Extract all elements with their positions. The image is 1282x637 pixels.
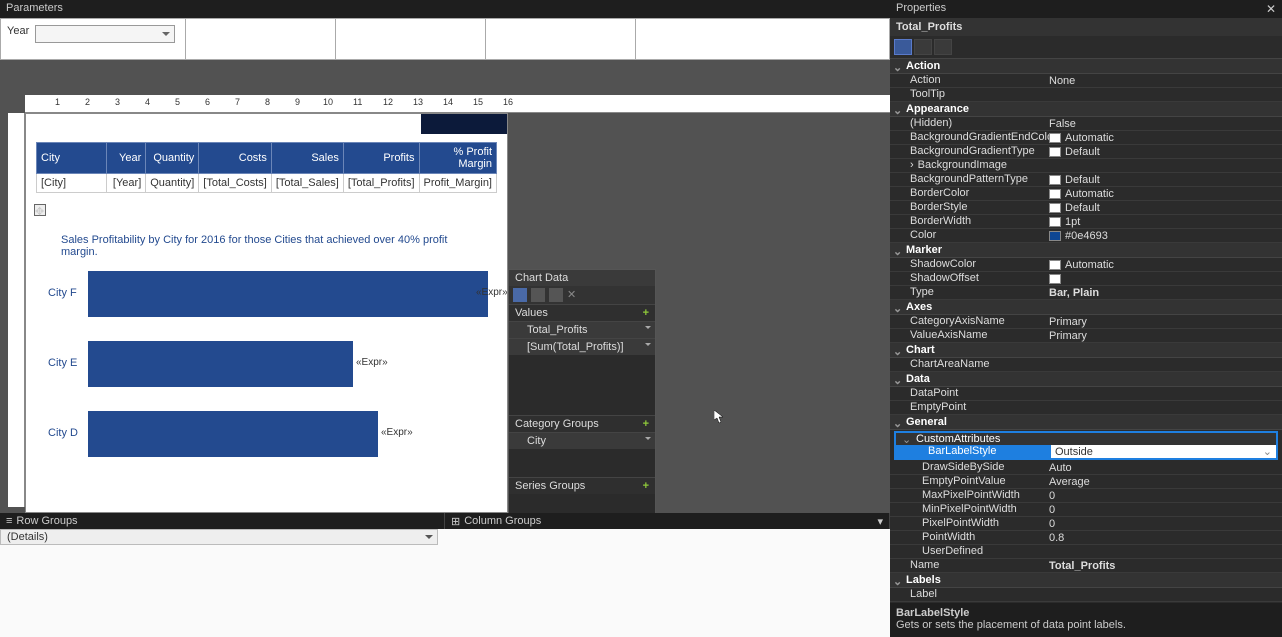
table-data-row: [City] [Year] Quantity] [Total_Costs] [T… (37, 174, 497, 193)
table-header-row: City Year Quantity Costs Sales Profits %… (37, 143, 497, 174)
cat-labels[interactable]: ⌄Labels (890, 573, 1282, 588)
param-year-select[interactable] (35, 25, 175, 43)
columns-icon: ⊞ (451, 515, 460, 528)
grid-icon[interactable] (513, 288, 527, 302)
parameters-title: Parameters (0, 0, 890, 18)
chart-data-title[interactable]: Chart Data (509, 270, 655, 286)
rows-icon: ≡ (6, 515, 12, 527)
barlabelstyle-row[interactable]: BarLabelStyle Outside⌄ (896, 445, 1276, 458)
custom-attributes-highlight: ⌄CustomAttributes BarLabelStyle Outside⌄ (894, 431, 1278, 460)
bar-row-e: City E «Expr» (56, 329, 497, 399)
category-section: Category Groups + (509, 415, 655, 432)
filter-icon[interactable] (549, 288, 563, 302)
value-item[interactable]: Total_Profits (509, 321, 655, 338)
close-icon[interactable]: ✕ (1266, 2, 1276, 16)
property-pages-button[interactable] (934, 39, 952, 55)
param-empty-2[interactable] (336, 19, 486, 59)
param-year-cell: Year (1, 19, 186, 59)
cat-data[interactable]: ⌄Data (890, 372, 1282, 387)
bar-row-d: City D «Expr» (56, 399, 497, 469)
groups-panel: ≡ Row Groups ⊞ Column Groups ▾ (Details) (0, 513, 890, 637)
property-description: BarLabelStyle Gets or sets the placement… (890, 603, 1282, 637)
chevron-down-icon[interactable]: ▾ (877, 515, 883, 528)
header-block (421, 114, 507, 134)
param-year-label: Year (7, 25, 29, 37)
alphabetical-button[interactable] (914, 39, 932, 55)
properties-panel: Properties ✕ Total_Profits ⌄Action Actio… (890, 0, 1282, 637)
parameters-body: Year (0, 18, 890, 60)
cat-marker[interactable]: ⌄Marker (890, 243, 1282, 258)
values-section: Values + (509, 304, 655, 321)
details-group[interactable]: (Details) (0, 529, 438, 545)
chevron-down-icon[interactable]: ⌄ (1263, 445, 1272, 458)
properties-title-bar: Properties ✕ (890, 0, 1282, 18)
move-handle-icon[interactable]: ✥ (34, 204, 46, 216)
value-agg[interactable]: [Sum(Total_Profits)] (509, 338, 655, 355)
chart-title[interactable]: Sales Profitability by City for 2016 for… (61, 234, 477, 258)
chart-area[interactable]: City F «Expr» City E «Expr» City D «Expr… (56, 259, 497, 512)
property-grid[interactable]: ⌄Action ActionNone ToolTip ⌄Appearance (… (890, 59, 1282, 603)
bar-d[interactable] (88, 411, 378, 457)
add-series-button[interactable]: + (643, 480, 649, 492)
bar-e[interactable] (88, 341, 353, 387)
column-groups-header[interactable]: ⊞ Column Groups ▾ (445, 513, 890, 529)
report-canvas[interactable]: City Year Quantity Costs Sales Profits %… (25, 113, 508, 513)
cat-chart[interactable]: ⌄Chart (890, 343, 1282, 358)
cat-custom[interactable]: ⌄CustomAttributes (896, 433, 1276, 445)
cat-general[interactable]: ⌄General (890, 415, 1282, 430)
gear-icon[interactable] (531, 288, 545, 302)
bar-row-f: City F «Expr» (56, 259, 497, 329)
add-category-button[interactable]: + (643, 418, 649, 430)
series-section: Series Groups + (509, 477, 655, 494)
param-empty-1[interactable] (186, 19, 336, 59)
cat-axes[interactable]: ⌄Axes (890, 300, 1282, 315)
parameters-panel: Parameters Year (0, 0, 890, 60)
bar-f[interactable] (88, 271, 488, 317)
param-empty-3[interactable] (486, 19, 636, 59)
cat-appearance[interactable]: ⌄Appearance (890, 102, 1282, 117)
add-value-button[interactable]: + (643, 307, 649, 319)
close-icon[interactable]: ✕ (567, 288, 581, 302)
groups-header: ≡ Row Groups ⊞ Column Groups ▾ (0, 513, 890, 529)
chart-data-toolbar: ✕ (509, 286, 655, 304)
cat-action[interactable]: ⌄Action (890, 59, 1282, 74)
row-groups-header[interactable]: ≡ Row Groups (0, 513, 445, 529)
categorized-button[interactable] (894, 39, 912, 55)
horizontal-ruler: 1 2 3 4 5 6 7 8 9 10 11 12 13 14 15 16 (25, 95, 890, 113)
vertical-ruler (8, 113, 25, 507)
design-surface: 1 2 3 4 5 6 7 8 9 10 11 12 13 14 15 16 C… (0, 60, 890, 637)
category-item[interactable]: City (509, 432, 655, 449)
selected-object-name[interactable]: Total_Profits (890, 18, 1282, 36)
data-table[interactable]: City Year Quantity Costs Sales Profits %… (36, 142, 497, 193)
properties-toolbar (890, 36, 1282, 59)
chart-data-panel[interactable]: Chart Data ✕ Values + Total_Profits [Sum… (508, 269, 656, 523)
